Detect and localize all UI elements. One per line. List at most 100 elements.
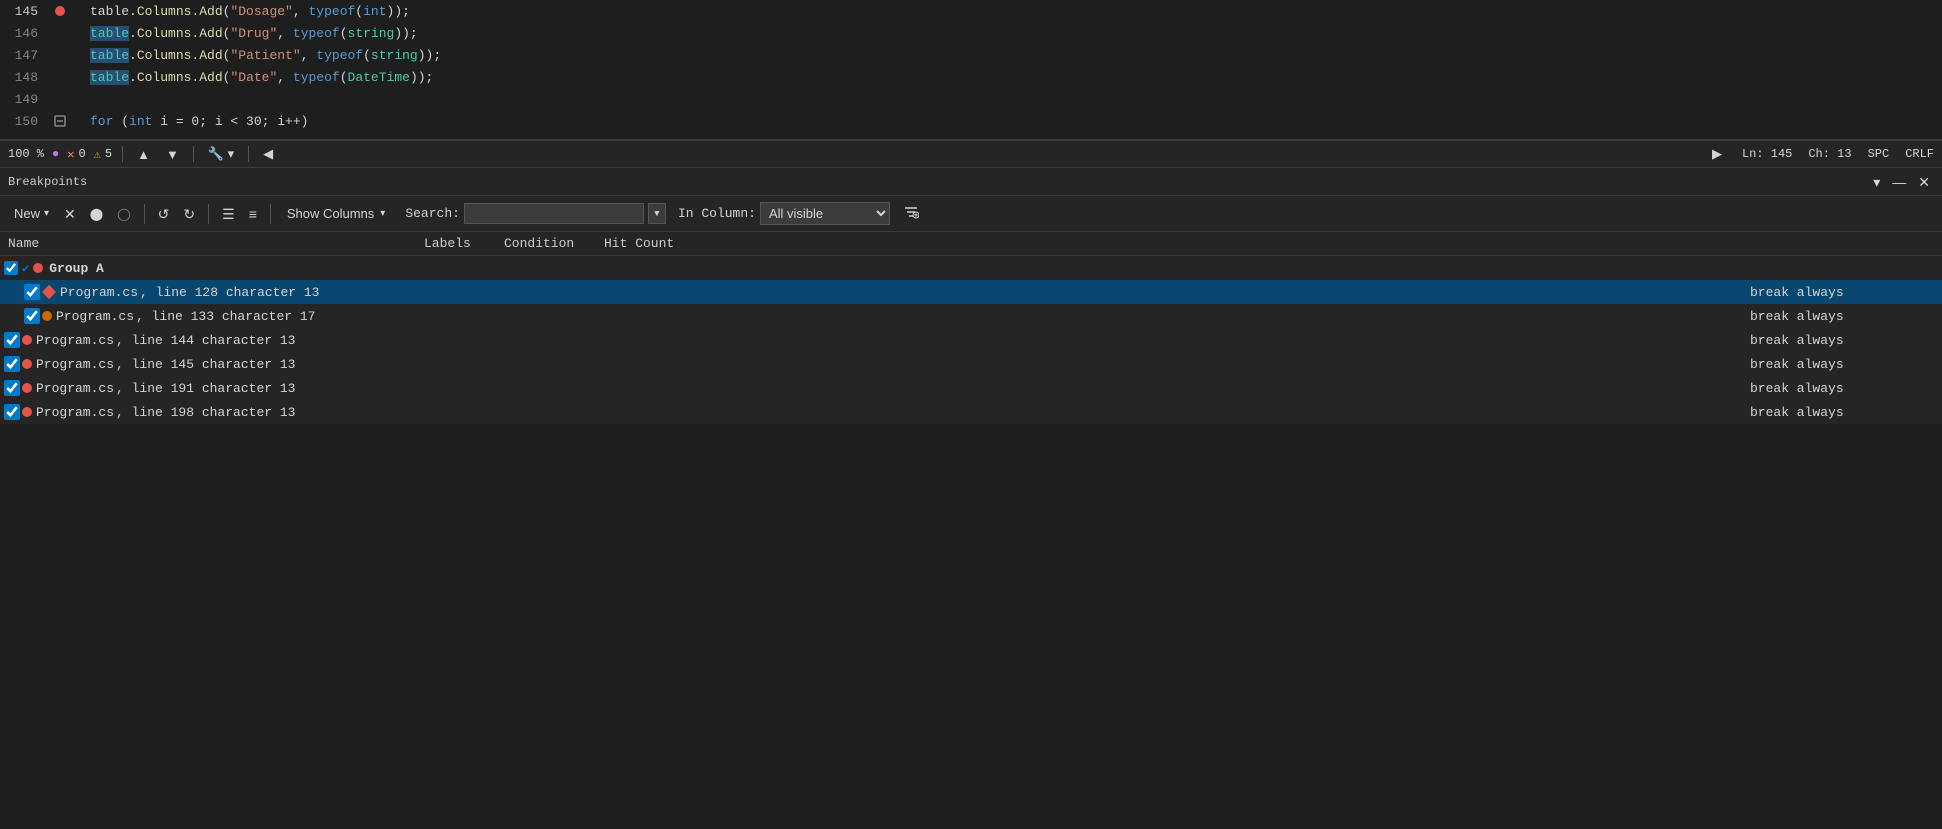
bp-location-5: , line 191 character 13 — [116, 381, 1742, 396]
enable-circle-button[interactable]: ⬤ — [85, 205, 108, 223]
error-status[interactable]: ✕ 0 — [67, 147, 85, 162]
bp-diamond-icon-1 — [42, 285, 56, 299]
toolbar-sep-1 — [144, 204, 145, 224]
group-button[interactable]: ☰ — [217, 204, 240, 224]
breakpoint-gutter-150 — [50, 114, 70, 128]
bp-check-1[interactable] — [24, 284, 40, 300]
status-bar: 100 % ● ✕ 0 ⚠ 5 ▲ ▼ 🔧 ▾ ◀ ▶ Ln: 145 Ch: … — [0, 140, 1942, 168]
breakpoints-table: Name Labels Condition Hit Count ✔ Group … — [0, 232, 1942, 424]
search-input[interactable] — [464, 203, 644, 224]
status-zoom: 100 % — [8, 147, 44, 161]
undo-button[interactable]: ↺ — [153, 204, 175, 224]
code-line-147: 147 table.Columns.Add("Patient", typeof(… — [0, 44, 1942, 66]
bp-filename-4: Program.cs — [36, 357, 114, 372]
code-line-145: 145 table.Columns.Add("Dosage", typeof(i… — [0, 0, 1942, 22]
diamond-shape-1 — [42, 285, 56, 299]
col-header-hitcount: Hit Count — [604, 236, 704, 251]
fold-icon-150 — [53, 114, 67, 128]
line-number-145: 145 — [0, 4, 50, 19]
panel-title-actions: ▾ — ✕ — [1869, 173, 1934, 191]
breakpoint-row-5[interactable]: Program.cs , line 191 character 13 break… — [0, 376, 1942, 400]
warning-status[interactable]: ⚠ 5 — [94, 147, 112, 162]
bp-check-4[interactable] — [4, 356, 20, 372]
filter-button[interactable] — [898, 201, 924, 226]
toolbar-sep-3 — [270, 204, 271, 224]
line-content-146: table.Columns.Add("Drug", typeof(string)… — [70, 26, 418, 41]
col-header-condition: Condition — [504, 236, 604, 251]
new-button[interactable]: New ▾ — [8, 203, 55, 224]
panel-minimize-button[interactable]: — — [1888, 173, 1910, 191]
breakpoint-row-1[interactable]: Program.cs , line 128 character 13 break… — [0, 280, 1942, 304]
bp-circle-icon-2 — [42, 311, 52, 321]
bp-filename-2: Program.cs — [56, 309, 134, 324]
show-columns-label: Show Columns — [287, 206, 374, 221]
breakpoints-panel: Breakpoints ▾ — ✕ New ▾ ✕ ⬤ ◯ ↺ ↻ ☰ ≡ Sh… — [0, 168, 1942, 424]
bp-filename-1: Program.cs — [60, 285, 138, 300]
bp-condition-6: break always — [1742, 405, 1942, 420]
new-button-label: New — [14, 206, 40, 221]
nav-down-button[interactable]: ▼ — [162, 145, 183, 164]
filter-icon — [903, 204, 919, 220]
column-position: Ch: 13 — [1808, 147, 1851, 161]
show-columns-button[interactable]: Show Columns ▾ — [279, 203, 393, 224]
bp-condition-3: break always — [1742, 333, 1942, 348]
search-label: Search: — [405, 206, 460, 221]
col-header-name: Name — [4, 236, 424, 251]
in-column-label: In Column: — [678, 206, 756, 221]
panel-close-button[interactable]: ✕ — [1914, 173, 1934, 191]
toolbar-sep-2 — [208, 204, 209, 224]
bp-location-1: , line 128 character 13 — [140, 285, 1742, 300]
line-number-148: 148 — [0, 70, 50, 85]
breakpoint-row-3[interactable]: Program.cs , line 144 character 13 break… — [0, 328, 1942, 352]
line-content-145: table.Columns.Add("Dosage", typeof(int))… — [70, 4, 410, 19]
bp-location-4: , line 145 character 13 — [116, 357, 1742, 372]
line-ending: CRLF — [1905, 147, 1934, 161]
redo-button[interactable]: ↻ — [178, 204, 200, 224]
bp-check-6[interactable] — [4, 404, 20, 420]
line-content-147: table.Columns.Add("Patient", typeof(stri… — [70, 48, 441, 63]
toolbar: New ▾ ✕ ⬤ ◯ ↺ ↻ ☰ ≡ Show Columns ▾ Searc… — [0, 196, 1942, 232]
new-button-chevron: ▾ — [44, 208, 49, 219]
bp-condition-2: break always — [1742, 309, 1942, 324]
bp-location-3: , line 144 character 13 — [116, 333, 1742, 348]
breakpoint-row-6[interactable]: Program.cs , line 198 character 13 break… — [0, 400, 1942, 424]
ungroup-button[interactable]: ≡ — [244, 204, 262, 224]
bp-circle-icon-3 — [22, 335, 32, 345]
bp-filename-3: Program.cs — [36, 333, 114, 348]
status-divider-3 — [248, 146, 249, 162]
col-header-labels: Labels — [424, 236, 504, 251]
breakpoint-gutter-145 — [50, 6, 70, 16]
breakpoint-row-4[interactable]: Program.cs , line 145 character 13 break… — [0, 352, 1942, 376]
nav-right-button[interactable]: ▶ — [1708, 144, 1726, 164]
bp-check-2[interactable] — [24, 308, 40, 324]
table-header: Name Labels Condition Hit Count — [0, 232, 1942, 256]
show-columns-chevron: ▾ — [380, 208, 385, 219]
line-content-150: for (int i = 0; i < 30; i++) — [70, 114, 308, 129]
line-content-148: table.Columns.Add("Date", typeof(DateTim… — [70, 70, 433, 85]
line-number-150: 150 — [0, 114, 50, 129]
error-count: 0 — [78, 147, 85, 161]
breakpoint-row-2[interactable]: Program.cs , line 133 character 17 break… — [0, 304, 1942, 328]
panel-title-bar: Breakpoints ▾ — ✕ — [0, 168, 1942, 196]
delete-button[interactable]: ✕ — [59, 204, 81, 224]
group-dot-a — [33, 263, 43, 273]
action-button[interactable]: 🔧 ▾ — [204, 144, 238, 164]
bp-check-3[interactable] — [4, 332, 20, 348]
group-checkbox-a[interactable] — [4, 261, 18, 275]
bp-circle-icon-6 — [22, 407, 32, 417]
status-divider-2 — [193, 146, 194, 162]
group-row-a[interactable]: ✔ Group A — [0, 256, 1942, 280]
nav-up-button[interactable]: ▲ — [133, 145, 154, 164]
bp-check-5[interactable] — [4, 380, 20, 396]
panel-dropdown-button[interactable]: ▾ — [1869, 173, 1884, 191]
column-select[interactable]: All visible — [760, 202, 890, 225]
code-line-149: 149 — [0, 88, 1942, 110]
disable-circle-button[interactable]: ◯ — [112, 205, 135, 223]
bp-location-2: , line 133 character 17 — [136, 309, 1742, 324]
bp-condition-5: break always — [1742, 381, 1942, 396]
panel-title: Breakpoints — [8, 175, 87, 189]
code-line-148: 148 table.Columns.Add("Date", typeof(Dat… — [0, 66, 1942, 88]
search-dropdown-button[interactable]: ▾ — [648, 203, 666, 224]
collapse-button[interactable]: ◀ — [259, 144, 277, 164]
warning-icon: ⚠ — [94, 147, 101, 162]
